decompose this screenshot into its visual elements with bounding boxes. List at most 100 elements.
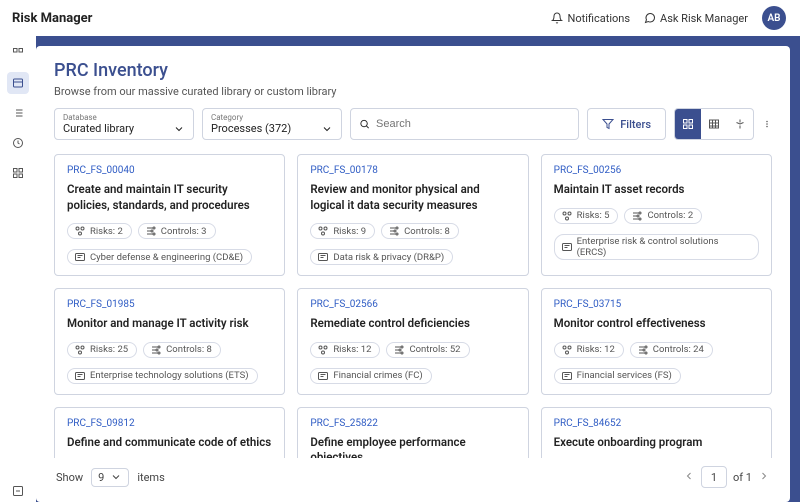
inventory-card[interactable]: PRC_FS_00178 Review and monitor physical … bbox=[297, 154, 528, 276]
brand-title: Risk Manager bbox=[12, 11, 92, 26]
card-code: PRC_FS_00256 bbox=[554, 165, 759, 176]
risk-icon bbox=[317, 225, 329, 237]
controls-icon bbox=[393, 344, 405, 356]
tag-icon bbox=[74, 370, 86, 382]
risk-icon bbox=[74, 225, 86, 237]
tag-icon bbox=[317, 251, 329, 263]
nav-dashboard-icon[interactable] bbox=[7, 42, 29, 64]
view-table-button[interactable] bbox=[701, 109, 727, 139]
card-code: PRC_FS_02566 bbox=[310, 299, 515, 310]
page-prev-button[interactable] bbox=[683, 470, 695, 485]
pagination-bar: Show 9 items 1 of 1 bbox=[54, 458, 772, 492]
inventory-card[interactable]: PRC_FS_01985 Monitor and manage IT activi… bbox=[54, 288, 285, 395]
tag-icon bbox=[561, 370, 573, 382]
nav-clock-icon[interactable] bbox=[7, 132, 29, 154]
nav-apps-icon[interactable] bbox=[7, 162, 29, 184]
filters-button[interactable]: Filters bbox=[587, 108, 666, 140]
tag-chip: Enterprise risk & control solutions (ERC… bbox=[554, 234, 759, 260]
inventory-card[interactable]: PRC_FS_09812 Define and communicate code … bbox=[54, 407, 285, 458]
chat-icon bbox=[644, 12, 656, 24]
search-input[interactable] bbox=[376, 118, 570, 130]
risks-chip: Risks: 2 bbox=[67, 223, 132, 239]
bell-icon bbox=[551, 12, 563, 24]
card-title: Create and maintain IT security policies… bbox=[67, 182, 272, 213]
card-title: Monitor control effectiveness bbox=[554, 316, 759, 332]
notifications-link[interactable]: Notifications bbox=[551, 12, 630, 25]
nav-list-icon[interactable] bbox=[7, 102, 29, 124]
view-grid-button[interactable] bbox=[675, 109, 701, 139]
card-code: PRC_FS_00178 bbox=[310, 165, 515, 176]
chevron-down-icon bbox=[110, 471, 122, 483]
controls-chip: Controls: 3 bbox=[138, 223, 216, 239]
tag-chip: Enterprise technology solutions (ETS) bbox=[67, 368, 258, 384]
page-subtitle: Browse from our massive curated library … bbox=[54, 85, 772, 98]
view-compact-button[interactable] bbox=[727, 109, 753, 139]
database-select[interactable]: Database Curated library bbox=[54, 108, 194, 140]
inventory-card[interactable]: PRC_FS_03715 Monitor control effectivenes… bbox=[541, 288, 772, 395]
filter-bar: Database Curated library Category Proces… bbox=[54, 108, 772, 140]
card-code: PRC_FS_01985 bbox=[67, 299, 272, 310]
card-title: Define and communicate code of ethics bbox=[67, 435, 272, 451]
card-code: PRC_FS_84652 bbox=[554, 418, 759, 429]
more-menu-button[interactable] bbox=[762, 108, 772, 140]
top-bar: Risk Manager Notifications Ask Risk Mana… bbox=[0, 0, 800, 36]
side-nav bbox=[0, 36, 36, 502]
page-title: PRC Inventory bbox=[54, 60, 772, 81]
card-title: Execute onboarding program bbox=[554, 435, 759, 451]
card-title: Review and monitor physical and logical … bbox=[310, 182, 515, 213]
avatar[interactable]: AB bbox=[762, 6, 786, 30]
risks-chip: Risks: 5 bbox=[554, 208, 619, 224]
risks-chip: Risks: 12 bbox=[554, 342, 624, 358]
view-toggle bbox=[674, 108, 754, 140]
card-title: Maintain IT asset records bbox=[554, 182, 759, 198]
card-code: PRC_FS_09812 bbox=[67, 418, 272, 429]
risk-icon bbox=[317, 344, 329, 356]
controls-icon bbox=[388, 225, 400, 237]
controls-icon bbox=[150, 344, 162, 356]
risk-icon bbox=[74, 344, 86, 356]
tag-chip: Financial services (FS) bbox=[554, 368, 681, 384]
filter-icon bbox=[602, 118, 614, 130]
page-next-button[interactable] bbox=[758, 470, 770, 485]
card-title: Define employee performance objectives bbox=[310, 435, 515, 458]
risks-chip: Risks: 12 bbox=[310, 342, 380, 358]
chevron-down-icon bbox=[321, 123, 333, 135]
category-select[interactable]: Category Processes (372) bbox=[202, 108, 342, 140]
tag-icon bbox=[74, 251, 86, 263]
inventory-card[interactable]: PRC_FS_02566 Remediate control deficienci… bbox=[297, 288, 528, 395]
inventory-card[interactable]: PRC_FS_00040 Create and maintain IT secur… bbox=[54, 154, 285, 276]
card-title: Remediate control deficiencies bbox=[310, 316, 515, 332]
more-vertical-icon bbox=[766, 117, 768, 131]
controls-icon bbox=[145, 225, 157, 237]
tag-chip: Cyber defense & engineering (CD&E) bbox=[67, 249, 252, 265]
controls-icon bbox=[631, 210, 643, 222]
nav-help-icon[interactable] bbox=[7, 480, 29, 502]
risk-icon bbox=[561, 210, 573, 222]
controls-chip: Controls: 2 bbox=[624, 208, 702, 224]
card-code: PRC_FS_03715 bbox=[554, 299, 759, 310]
controls-icon bbox=[637, 344, 649, 356]
tag-icon bbox=[317, 370, 329, 382]
ask-link[interactable]: Ask Risk Manager bbox=[644, 12, 748, 25]
controls-chip: Controls: 52 bbox=[386, 342, 469, 358]
risks-chip: Risks: 25 bbox=[67, 342, 137, 358]
risk-icon bbox=[561, 344, 573, 356]
page-number-input[interactable]: 1 bbox=[701, 466, 727, 488]
inventory-card[interactable]: PRC_FS_25822 Define employee performance … bbox=[297, 407, 528, 458]
nav-inventory-icon[interactable] bbox=[7, 72, 29, 94]
chevron-down-icon bbox=[173, 123, 185, 135]
inventory-card[interactable]: PRC_FS_84652Execute onboarding programRi… bbox=[541, 407, 772, 458]
tag-icon bbox=[561, 241, 573, 253]
search-icon bbox=[359, 118, 370, 130]
cards-grid: PRC_FS_00040 Create and maintain IT secur… bbox=[54, 154, 772, 458]
inventory-card[interactable]: PRC_FS_00256 Maintain IT asset records Ris… bbox=[541, 154, 772, 276]
page-size-select[interactable]: 9 bbox=[91, 468, 129, 487]
tag-chip: Data risk & privacy (DR&P) bbox=[310, 249, 453, 265]
controls-chip: Controls: 8 bbox=[381, 223, 459, 239]
card-code: PRC_FS_25822 bbox=[310, 418, 515, 429]
card-title: Monitor and manage IT activity risk bbox=[67, 316, 272, 332]
search-input-wrap[interactable] bbox=[350, 108, 579, 140]
card-code: PRC_FS_00040 bbox=[67, 165, 272, 176]
controls-chip: Controls: 24 bbox=[630, 342, 713, 358]
controls-chip: Controls: 8 bbox=[143, 342, 221, 358]
